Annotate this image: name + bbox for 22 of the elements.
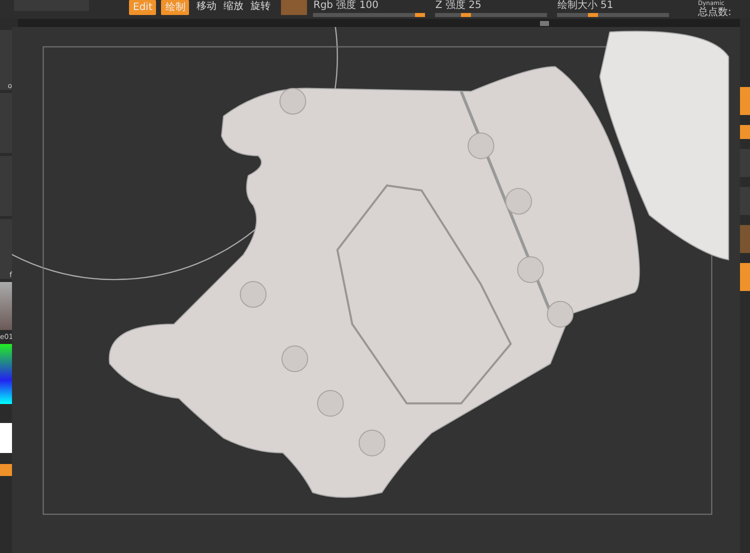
slider-track[interactable] — [313, 13, 426, 17]
tray-button[interactable] — [740, 87, 750, 115]
texture-thumbnail[interactable] — [0, 282, 12, 330]
slider-thumb[interactable] — [588, 13, 598, 17]
tray-button[interactable] — [740, 125, 750, 139]
slider-thumb[interactable] — [415, 13, 426, 17]
viewport[interactable] — [12, 27, 740, 553]
slider-track[interactable] — [435, 13, 548, 17]
tool-label[interactable]: 缩放 — [223, 0, 244, 13]
slider-thumb[interactable] — [460, 13, 471, 17]
slider-track[interactable] — [557, 13, 670, 17]
color-picker[interactable] — [0, 344, 12, 404]
color-swatch[interactable] — [0, 423, 12, 453]
scroll-handle[interactable] — [540, 21, 549, 26]
material-button[interactable] — [281, 0, 308, 15]
tray-button[interactable] — [0, 464, 12, 476]
tool-label[interactable]: 旋转 — [250, 0, 270, 13]
tray-button[interactable] — [740, 225, 750, 253]
slider-label: 绘制大小 51 — [557, 0, 614, 12]
tool-label[interactable]: 移动 — [196, 0, 216, 13]
points-label: 总点数: — [698, 7, 732, 18]
tray-button[interactable] — [740, 263, 750, 291]
